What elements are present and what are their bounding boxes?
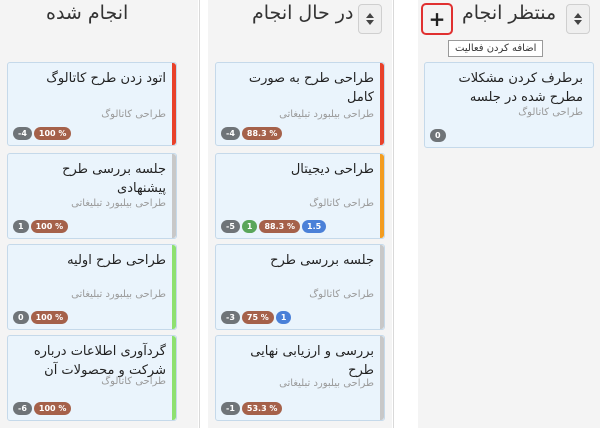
card-title: طراحی طرح به صورت کامل	[248, 71, 374, 105]
add-activity-tooltip: اضافه کردن فعالیت	[448, 40, 544, 57]
card-color-stripe	[380, 154, 384, 238]
sort-button[interactable]	[358, 4, 382, 34]
hours-badge: 1.5	[302, 220, 327, 233]
progress-badge: 53.3 %	[241, 402, 283, 415]
card-title: گردآوری اطلاعات درباره شرکت و محصولات آن	[33, 344, 166, 378]
card-color-stripe	[172, 154, 176, 238]
card-badges: -3 75 % 1	[221, 311, 292, 324]
column-header: در حال انجام	[208, 0, 392, 40]
days-badge: 0	[13, 311, 29, 324]
card-project: طراحی کاتالوگ	[518, 107, 583, 118]
column-title: انجام شده	[46, 2, 129, 24]
card-project: طراحی کاتالوگ	[309, 198, 374, 209]
sort-up-icon	[574, 13, 582, 18]
count-badge: 1	[241, 220, 258, 233]
card-badges: 1 100 %	[13, 220, 69, 233]
task-card[interactable]: طراحی دیجیتال طراحی کاتالوگ -5 1 88.3 % …	[215, 153, 385, 239]
hours-badge: 1	[275, 311, 292, 324]
card-color-stripe	[172, 336, 176, 420]
task-card[interactable]: جلسه بررسی طرح طراحی کاتالوگ -3 75 % 1	[215, 244, 385, 330]
card-badges: 0 100 %	[13, 311, 69, 324]
card-badges: 0	[430, 129, 446, 142]
card-title: طراحی دیجیتال	[290, 162, 374, 177]
progress-badge: 88.3 %	[259, 220, 301, 233]
task-card[interactable]: طراحی طرح اولیه طراحی بیلبورد تبلیغاتی 0…	[7, 244, 177, 330]
column-header: انجام شده	[0, 0, 198, 40]
column-title: در حال انجام	[252, 2, 354, 24]
card-color-stripe	[380, 63, 384, 145]
days-badge: 0	[430, 129, 446, 142]
progress-badge: 75 %	[241, 311, 274, 324]
card-title: بررسی و ارزیابی نهایی طرح	[250, 344, 374, 378]
card-title: جلسه بررسی طرح پیشنهادی	[62, 162, 166, 196]
task-card[interactable]: برطرف کردن مشکلات مطرح شده در جلسه طراحی…	[424, 62, 594, 148]
days-badge: -4	[13, 127, 32, 140]
kanban-board: انجام شده اتود زدن طرح کاتالوگ طراحی کات…	[0, 0, 600, 428]
column-divider	[393, 0, 394, 428]
card-project: طراحی بیلبورد تبلیغاتی	[71, 289, 166, 300]
days-badge: 1	[13, 220, 29, 233]
task-card[interactable]: گردآوری اطلاعات درباره شرکت و محصولات آن…	[7, 335, 177, 421]
progress-badge: 100 %	[33, 127, 72, 140]
card-badges: -4 100 %	[13, 127, 72, 140]
task-card[interactable]: بررسی و ارزیابی نهایی طرح طراحی بیلبورد …	[215, 335, 385, 421]
add-activity-button[interactable]: +	[421, 3, 453, 35]
column-divider	[199, 0, 200, 428]
card-badges: -1 53.3 %	[221, 402, 283, 415]
card-project: طراحی بیلبورد تبلیغاتی	[279, 378, 374, 389]
column-todo: + منتظر انجام اضافه کردن فعالیت برطرف کر…	[418, 0, 600, 428]
sort-button[interactable]	[566, 4, 590, 34]
column-title: منتظر انجام	[462, 2, 557, 24]
column-done: انجام شده اتود زدن طرح کاتالوگ طراحی کات…	[0, 0, 198, 428]
column-in-progress: در حال انجام طراحی طرح به صورت کامل طراح…	[208, 0, 392, 428]
task-card[interactable]: جلسه بررسی طرح پیشنهادی طراحی بیلبورد تب…	[7, 153, 177, 239]
card-project: طراحی کاتالوگ	[101, 109, 166, 120]
card-badges: -6 100 %	[13, 402, 72, 415]
card-badges: -5 1 88.3 % 1.5	[221, 220, 327, 233]
card-project: طراحی کاتالوگ	[309, 289, 374, 300]
card-title: برطرف کردن مشکلات مطرح شده در جلسه	[458, 71, 583, 105]
sort-down-icon	[574, 20, 582, 25]
days-badge: -1	[221, 402, 240, 415]
days-badge: -3	[221, 311, 240, 324]
days-badge: -5	[221, 220, 240, 233]
card-color-stripe	[172, 245, 176, 329]
progress-badge: 88.3 %	[241, 127, 283, 140]
days-badge: -4	[221, 127, 240, 140]
card-project: طراحی بیلبورد تبلیغاتی	[71, 198, 166, 209]
card-color-stripe	[380, 245, 384, 329]
card-badges: -4 88.3 %	[221, 127, 283, 140]
sort-up-icon	[366, 13, 374, 18]
card-title: اتود زدن طرح کاتالوگ	[46, 71, 166, 86]
days-badge: -6	[13, 402, 32, 415]
card-color-stripe	[380, 336, 384, 420]
sort-down-icon	[366, 20, 374, 25]
card-title: طراحی طرح اولیه	[67, 253, 166, 268]
card-title: جلسه بررسی طرح	[270, 253, 374, 268]
card-project: طراحی کاتالوگ	[101, 376, 166, 387]
progress-badge: 100 %	[33, 402, 72, 415]
progress-badge: 100 %	[30, 311, 69, 324]
progress-badge: 100 %	[30, 220, 69, 233]
task-card[interactable]: طراحی طرح به صورت کامل طراحی بیلبورد تبل…	[215, 62, 385, 146]
task-card[interactable]: اتود زدن طرح کاتالوگ طراحی کاتالوگ -4 10…	[7, 62, 177, 146]
column-header: + منتظر انجام	[418, 0, 600, 40]
card-project: طراحی بیلبورد تبلیغاتی	[279, 109, 374, 120]
card-color-stripe	[172, 63, 176, 145]
